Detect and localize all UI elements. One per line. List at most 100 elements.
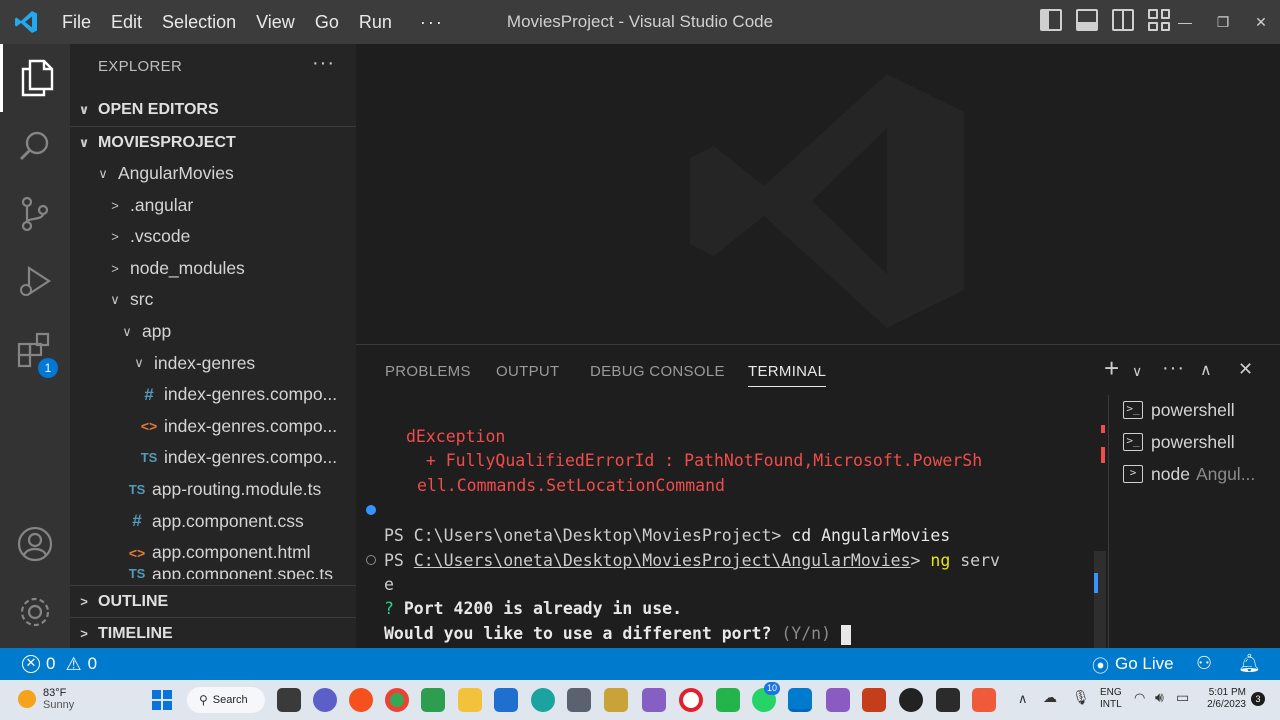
chat-icon[interactable] [313,688,337,712]
maximize-icon[interactable]: ❐ [1204,0,1242,44]
wifi-icon[interactable]: ◠ [1134,690,1145,706]
terminal-error-line: dException [406,427,506,446]
tree-file[interactable]: <> index-genres.compo... [70,411,356,442]
accounts-icon[interactable] [0,510,70,578]
tray-chevron-up-icon[interactable]: ∧ [1018,691,1028,707]
source-control-icon[interactable] [0,180,70,248]
paint-icon[interactable] [604,688,628,712]
tab-problems[interactable]: PROBLEMS [385,363,471,380]
terminal-item-node[interactable]: > node Angul... [1123,459,1255,489]
extensions-icon[interactable]: 1 [0,316,70,384]
tool-icon[interactable] [421,688,445,712]
microphone-icon[interactable]: 🎙︎ [1072,689,1090,706]
tab-terminal[interactable]: TERMINAL [748,363,827,387]
taskbar-search-box[interactable]: ⚲ Search [187,687,265,713]
opera-icon[interactable] [679,688,703,712]
terminal-item-powershell[interactable]: >_ powershell [1123,395,1235,425]
edge-icon[interactable] [531,688,555,712]
battery-icon[interactable]: ▭ [1176,689,1189,706]
toggle-panel-icon[interactable] [1076,9,1098,31]
tree-item-label: app.component.spec.ts [152,568,333,579]
menu-view[interactable]: View [246,0,305,44]
search-icon[interactable] [0,112,70,180]
menu-file[interactable]: File [52,0,101,44]
menu-more-button[interactable]: ··· [402,12,462,33]
outline-section[interactable]: > OUTLINE [70,585,356,617]
maximize-panel-chevron-up-icon[interactable]: ∧ [1200,360,1212,380]
menu-selection[interactable]: Selection [152,0,246,44]
tree-file[interactable]: # app.component.css [70,506,356,537]
tree-folder[interactable]: ∨ AngularMovies [70,158,356,189]
explorer-icon[interactable] [0,44,70,112]
tab-output[interactable]: OUTPUT [496,363,559,380]
tree-folder[interactable]: ∨ index-genres [70,348,356,379]
tree-folder[interactable]: > node_modules [70,253,356,284]
tree-folder[interactable]: > .angular [70,190,356,221]
tree-folder[interactable]: > .vscode [70,221,356,252]
minimize-icon[interactable]: — [1166,0,1204,44]
notifications-bell-icon[interactable]: 🔔︎ [1238,653,1261,674]
css-file-icon: # [144,384,154,404]
tree-file[interactable]: TS index-genres.compo... [70,442,356,473]
panel-more-icon[interactable]: ··· [1162,357,1185,380]
app-green-icon[interactable] [716,688,740,712]
tree-folder[interactable]: ∨ app [70,316,356,347]
task-view-icon[interactable] [277,688,301,712]
whatsapp-icon[interactable]: 10 [752,682,781,712]
terminal-item-powershell[interactable]: >_ powershell [1123,427,1235,457]
tree-file[interactable]: # index-genres.compo... [70,379,356,410]
clock-time: 5:01 PM [1208,687,1246,698]
language-indicator[interactable]: ENG INTL [1100,687,1122,711]
clock[interactable]: 5:01 PM 2/6/2023 [1200,687,1246,711]
terminal-warning-line: ? Port 4200 is already in use. [384,597,682,621]
menu-edit[interactable]: Edit [101,0,152,44]
language-secondary: INTL [1100,699,1122,710]
calculator-icon[interactable] [567,688,591,712]
media-player-icon[interactable] [899,688,923,712]
problems-status[interactable]: ✕ 0 ⚠ 0 [22,648,97,680]
toggle-primary-sidebar-icon[interactable] [1040,9,1062,31]
menu-go[interactable]: Go [305,0,349,44]
file-explorer-icon[interactable] [458,688,482,712]
app-icon[interactable] [349,688,373,712]
weather-sun-icon[interactable] [18,690,36,708]
chevron-down-icon[interactable]: ∨ [1132,363,1142,380]
terminal-scrollbar[interactable] [1094,551,1106,649]
open-editors-section[interactable]: ∨ OPEN EDITORS [70,94,356,126]
windows-start-icon[interactable] [152,690,172,710]
notification-count-badge[interactable]: 3 [1251,692,1265,706]
powerpoint-icon[interactable] [862,688,886,712]
close-panel-icon[interactable]: ✕ [1238,359,1253,380]
new-terminal-plus-icon[interactable]: + [1104,353,1119,384]
weather-widget[interactable]: 83°F Sunny [43,687,74,711]
tab-debug-console[interactable]: DEBUG CONSOLE [590,363,725,380]
visual-studio-icon[interactable] [642,688,666,712]
project-section[interactable]: ∨ MOVIESPROJECT [70,127,356,159]
tree-file[interactable]: <> app.component.html [70,537,356,568]
timeline-section[interactable]: > TIMELINE [70,617,356,648]
feedback-person-icon[interactable]: ⚇ [1196,653,1212,674]
vscode-taskbar-icon[interactable] [788,688,812,712]
run-debug-icon[interactable] [0,248,70,316]
volume-icon[interactable]: 🔊︎ [1155,689,1164,706]
prompt-gt: > [910,551,931,570]
onedrive-cloud-icon[interactable]: ☁ [1043,689,1057,706]
tree-file[interactable]: TS app.component.spec.ts [70,569,356,579]
visual-studio-2-icon[interactable] [826,688,850,712]
menu-run[interactable]: Run [349,0,402,44]
explorer-more-button[interactable]: ··· [312,52,335,75]
terminal-app-icon[interactable] [936,688,960,712]
terminal-name: powershell [1151,431,1235,452]
chrome-icon[interactable] [385,688,409,712]
close-icon[interactable]: ✕ [1242,0,1280,44]
tree-file[interactable]: TS app-routing.module.ts [70,474,356,505]
prompt-path-link[interactable]: C:\Users\oneta\Desktop\MoviesProject\Ang… [414,551,911,570]
go-live-button[interactable]: ⦿ Go Live [1092,648,1174,680]
chevron-down-icon: ∨ [110,291,120,307]
settings-gear-icon[interactable] [0,578,70,646]
editor-area[interactable] [356,44,1280,344]
app-orange-icon[interactable] [972,688,996,712]
toggle-secondary-sidebar-icon[interactable] [1112,9,1134,31]
tree-folder[interactable]: ∨ src [70,284,356,315]
store-icon[interactable] [494,688,518,712]
